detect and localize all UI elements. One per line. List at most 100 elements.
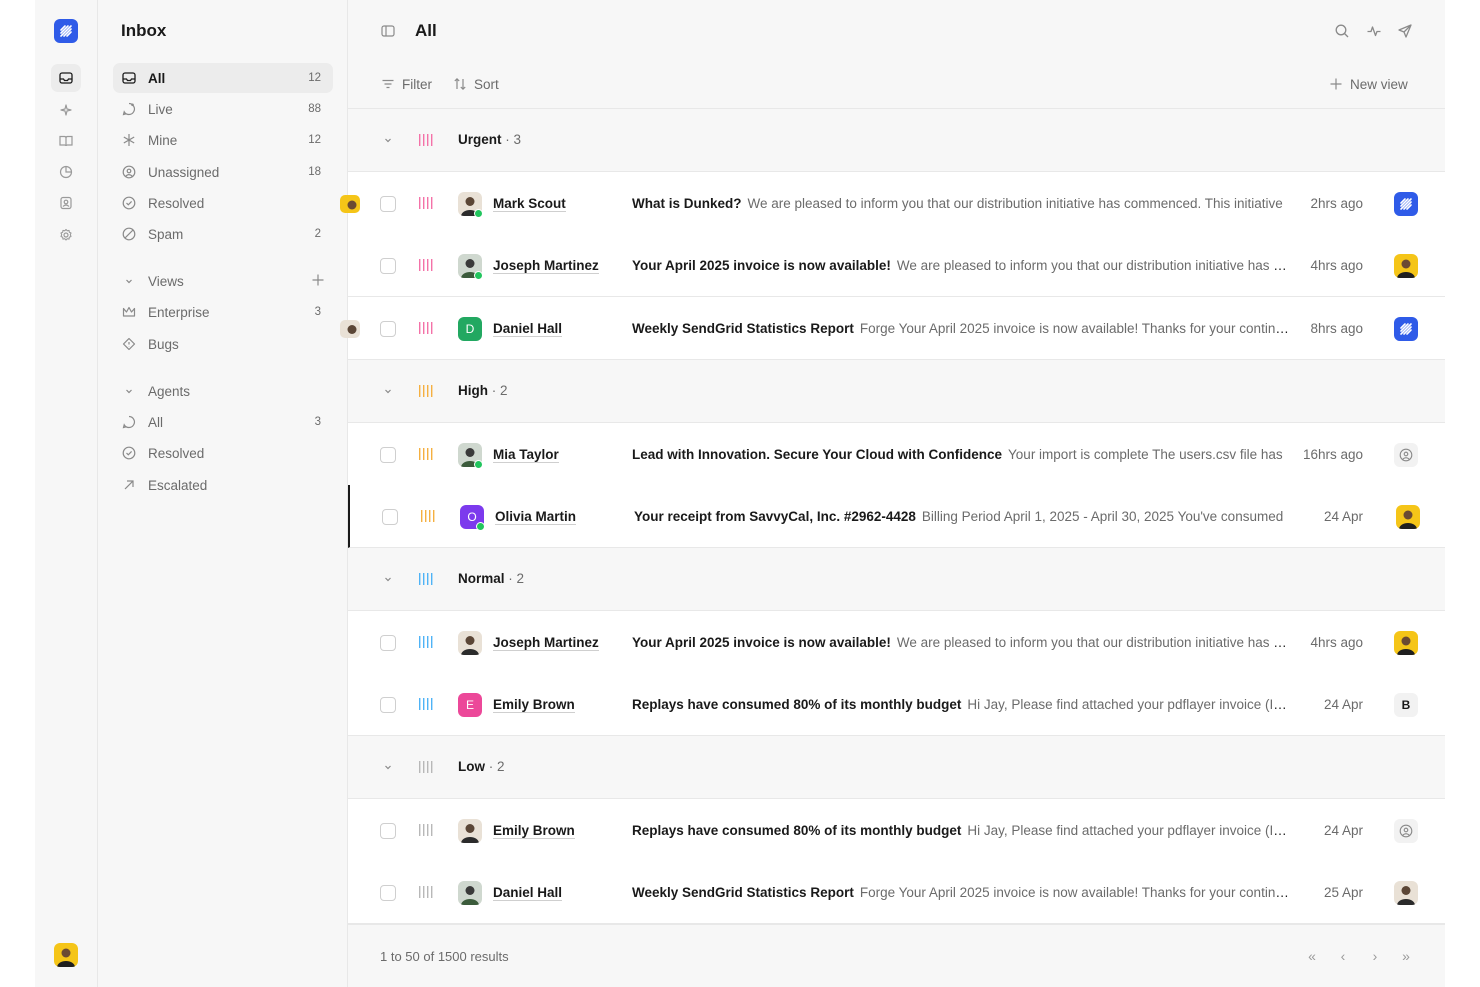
sort-button[interactable]: Sort [452,76,499,92]
row-checkbox[interactable] [382,509,398,525]
message-summary: Weekly SendGrid Statistics Report Forge Y… [632,885,1292,901]
sidebar-item-count: 88 [308,103,321,115]
sidebar-item-resolved[interactable]: Resolved [113,188,333,218]
conversation-row[interactable]: Mark Scout What is Dunked? We are pleased … [340,172,1445,235]
sidebar-item-agents-all[interactable]: All 3 [113,407,333,437]
row-checkbox[interactable] [380,196,396,212]
contact-name[interactable]: Emily Brown [493,697,575,713]
search-icon[interactable] [1333,22,1351,40]
priority-group-header[interactable]: Low · 2 [348,736,1445,799]
row-checkbox[interactable] [380,697,396,713]
priority-bars-icon [419,886,433,898]
priority-group-header[interactable]: Normal · 2 [348,548,1445,611]
rail-ai-button[interactable] [51,96,81,124]
priority-bars-icon [419,698,433,710]
assignee-avatar[interactable]: B [1394,693,1418,717]
row-checkbox[interactable] [380,823,396,839]
conversation-row[interactable]: E Emily Brown Replays have consumed 80% of… [348,673,1445,736]
sidebar-item-unassigned[interactable]: Unassigned 18 [113,157,333,187]
assignee-avatar[interactable] [1396,505,1420,529]
assignee-avatar[interactable] [1394,254,1418,278]
filter-button[interactable]: Filter [380,76,432,92]
sidebar-item-agents-resolved[interactable]: Resolved [113,438,333,468]
message-subject: Replays have consumed 80% of its monthly… [632,697,962,712]
icon-rail [35,0,98,987]
new-view-button[interactable]: New view [1328,76,1408,92]
rail-docs-button[interactable] [51,127,81,155]
contact-name[interactable]: Emily Brown [493,823,575,839]
sidebar-item-bugs[interactable]: Bugs [113,329,333,359]
sidebar-item-spam[interactable]: Spam 2 [113,219,333,249]
sidebar-item-count: 18 [308,166,321,178]
sidebar-item-agents-escalated[interactable]: Escalated [113,470,333,500]
message-summary: Lead with Innovation. Secure Your Cloud … [632,447,1292,463]
rail-contacts-button[interactable] [51,189,81,217]
chevron-down-icon[interactable] [381,572,395,586]
sidebar-item-label: All [148,414,164,430]
conversation-row[interactable]: Joseph Martinez Your April 2025 invoice i… [348,234,1445,297]
add-view-icon[interactable] [311,273,325,290]
chevron-down-icon[interactable] [381,133,395,147]
brand-logo[interactable] [54,19,78,43]
contact-name[interactable]: Daniel Hall [493,885,563,901]
contact-name[interactable]: Daniel Hall [493,321,563,337]
inbox-icon [121,70,137,86]
chevron-down-icon[interactable] [381,760,395,774]
contact-name[interactable]: Joseph Martinez [493,635,599,651]
inbox-icon [59,72,73,84]
sidebar-item-mine[interactable]: Mine 12 [113,125,333,155]
priority-group-header[interactable]: High · 2 [348,360,1445,423]
conversation-row[interactable]: Mia Taylor Lead with Innovation. Secure Y… [348,423,1445,486]
message-preview: Your import is complete The users.csv fi… [1008,447,1283,462]
conversation-row[interactable]: Daniel Hall Weekly SendGrid Statistics Re… [348,861,1445,924]
rail-inbox-button[interactable] [51,64,81,92]
prev-page-button[interactable]: ‹ [1334,947,1352,965]
gear-icon [60,228,72,241]
contact-name[interactable]: Mark Scout [493,196,566,212]
message-preview: Hi Jay, Please find attached your pdflay… [967,823,1292,838]
message-summary: Your April 2025 invoice is now available… [632,635,1292,651]
row-checkbox[interactable] [380,258,396,274]
priority-bars-icon [419,134,433,146]
activity-icon[interactable] [1365,22,1383,40]
conversation-row[interactable]: Joseph Martinez Your April 2025 invoice i… [348,611,1445,674]
conversation-row[interactable]: O Olivia Martin Your receipt from SavvyCal… [348,485,1445,548]
unassigned-icon[interactable] [1394,819,1418,843]
views-section-header[interactable]: Views [113,266,333,296]
sidebar-item-all[interactable]: All 12 [113,63,333,93]
next-page-button[interactable]: › [1366,947,1384,965]
rail-settings-button[interactable] [51,221,81,249]
first-page-button[interactable]: « [1303,947,1321,965]
rail-reports-button[interactable] [51,158,81,186]
assignee-avatar[interactable] [1394,881,1418,905]
sidebar-item-enterprise[interactable]: Enterprise 3 [113,297,333,327]
send-icon[interactable] [1396,22,1414,40]
row-checkbox[interactable] [380,447,396,463]
last-page-button[interactable]: » [1397,947,1415,965]
conversation-row[interactable]: Emily Brown Replays have consumed 80% of … [348,799,1445,862]
ban-icon [121,226,137,242]
sidebar-toggle-icon[interactable] [380,23,396,44]
sidebar-item-live[interactable]: Live 88 [113,94,333,124]
conversation-row[interactable]: D Daniel Hall Weekly SendGrid Statistics R… [340,297,1445,360]
sparkles-icon [60,104,72,116]
group-name: Normal · 2 [458,571,525,586]
assignee-bot-avatar[interactable] [1394,317,1418,341]
assignee-avatar[interactable] [1394,631,1418,655]
agents-section-header[interactable]: Agents [113,376,333,406]
message-subject: Weekly SendGrid Statistics Report [632,885,854,900]
assignee-bot-avatar[interactable] [1394,192,1418,216]
contact-avatar [458,881,482,905]
row-checkbox[interactable] [380,321,396,337]
contact-name[interactable]: Olivia Martin [495,509,577,525]
contact-name[interactable]: Joseph Martinez [493,258,599,274]
row-checkbox[interactable] [380,635,396,651]
priority-group-header[interactable]: Urgent · 3 [348,109,1445,172]
message-summary: Your April 2025 invoice is now available… [632,258,1292,274]
chevron-down-icon[interactable] [381,384,395,398]
current-user-avatar[interactable] [54,943,78,967]
contact-avatar [458,631,482,655]
unassigned-icon[interactable] [1394,443,1418,467]
row-checkbox[interactable] [380,885,396,901]
contact-name[interactable]: Mia Taylor [493,447,559,463]
